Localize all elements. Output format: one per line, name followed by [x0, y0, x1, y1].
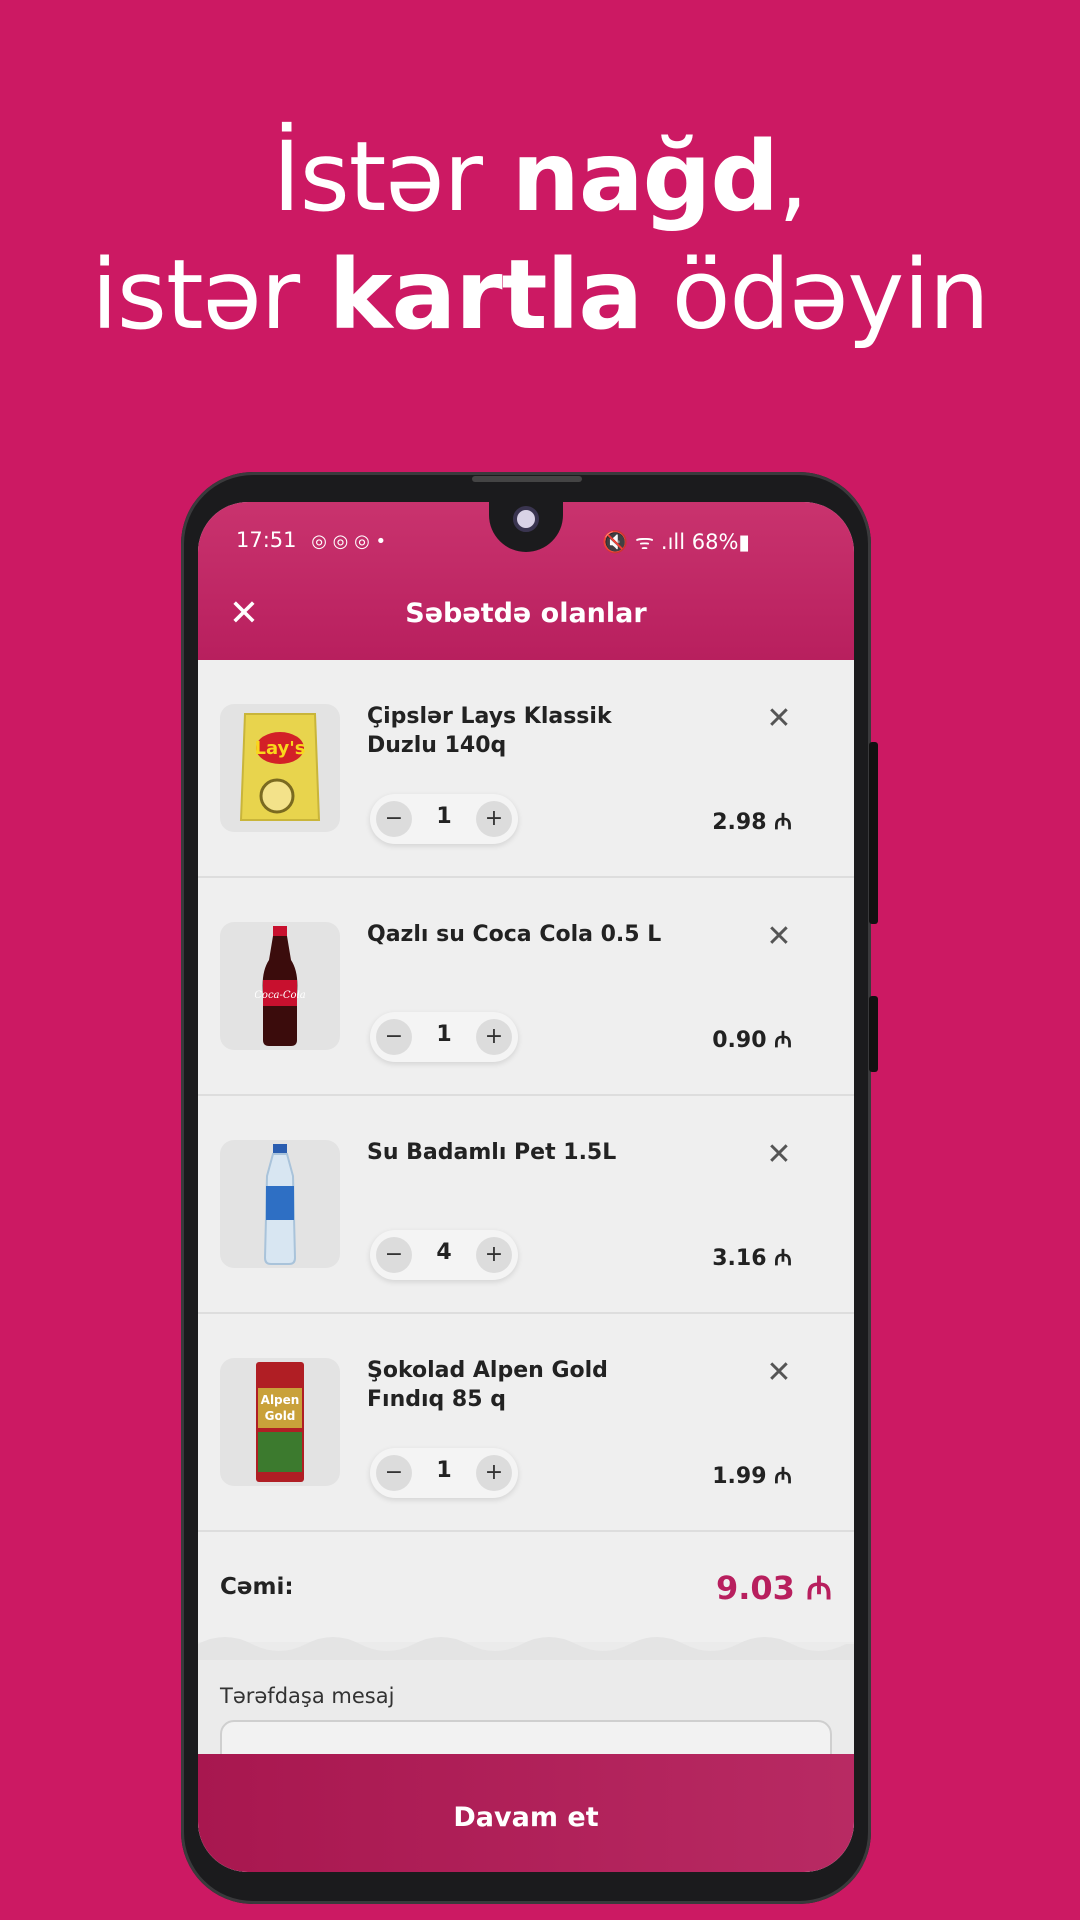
- quantity-value: 1: [436, 1458, 452, 1483]
- product-name: Qazlı su Coca Cola 0.5 L: [367, 922, 662, 947]
- front-camera: [513, 506, 539, 532]
- total-label: Cəmi:: [220, 1574, 294, 1600]
- quantity-stepper: − 1 +: [370, 794, 518, 844]
- lays-chips-icon: Lay's: [220, 704, 340, 832]
- product-name: Şokolad Alpen Gold Fındıq 85 q: [367, 1358, 608, 1412]
- decrease-quantity-button[interactable]: −: [376, 801, 412, 837]
- increase-quantity-button[interactable]: +: [476, 1455, 512, 1491]
- phone-screen: 17:51 ◎ ◎ ◎ • 🔇 ᯤ .ıll 68%▮ ✕ Səbətdə ol…: [198, 502, 854, 1872]
- item-price: 1.99 ₼: [712, 1464, 792, 1489]
- quantity-value: 1: [436, 804, 452, 829]
- status-bar-left: 17:51 ◎ ◎ ◎ •: [236, 528, 386, 552]
- cart-item: Coca-Cola Qazlı su Coca Cola 0.5 L ✕ − 1…: [198, 878, 854, 1096]
- svg-text:Lay's: Lay's: [254, 738, 305, 759]
- partner-message-label: Tərəfdaşa mesaj: [220, 1684, 395, 1708]
- cart-item: Alpen Gold Şokolad Alpen Gold Fındıq 85 …: [198, 1314, 854, 1532]
- quantity-stepper: − 1 +: [370, 1448, 518, 1498]
- svg-text:Gold: Gold: [265, 1409, 296, 1423]
- quantity-value: 4: [436, 1240, 452, 1265]
- product-name: Su Badamlı Pet 1.5L: [367, 1140, 617, 1165]
- item-price: 2.98 ₼: [712, 810, 792, 835]
- item-price: 0.90 ₼: [712, 1028, 792, 1053]
- decrease-quantity-button[interactable]: −: [376, 1455, 412, 1491]
- increase-quantity-button[interactable]: +: [476, 1237, 512, 1273]
- increase-quantity-button[interactable]: +: [476, 801, 512, 837]
- phone-power-button: [869, 996, 878, 1072]
- total-row: Cəmi: 9.03 ₼: [198, 1532, 854, 1642]
- remove-item-icon[interactable]: ✕: [762, 920, 796, 954]
- remove-item-icon[interactable]: ✕: [762, 1356, 796, 1390]
- status-bar-right: 🔇 ᯤ .ıll 68%▮: [602, 530, 750, 554]
- status-time: 17:51: [236, 528, 297, 552]
- cart-list: Lay's Çipslər Lays Klassik Duzlu 140q ✕ …: [198, 660, 854, 1532]
- notification-icons: ◎ ◎ ◎ •: [311, 531, 387, 552]
- item-price: 3.16 ₼: [712, 1246, 792, 1271]
- cart-item: Su Badamlı Pet 1.5L ✕ − 4 + 3.16 ₼: [198, 1096, 854, 1314]
- svg-text:Alpen: Alpen: [261, 1393, 300, 1407]
- quantity-value: 1: [436, 1022, 452, 1047]
- total-value: 9.03 ₼: [715, 1569, 832, 1607]
- page-title: Səbətdə olanlar: [405, 598, 647, 629]
- promo-headline: İstər nağd, istər kartla ödəyin: [0, 118, 1080, 354]
- headline-line-1: İstər nağd,: [272, 121, 808, 233]
- continue-button[interactable]: Davam et: [198, 1754, 854, 1872]
- svg-text:Coca-Cola: Coca-Cola: [255, 990, 305, 1001]
- phone-speaker: [472, 476, 582, 482]
- phone-volume-button: [869, 742, 878, 924]
- alpen-gold-chocolate-icon: Alpen Gold: [220, 1358, 340, 1486]
- quantity-stepper: − 1 +: [370, 1012, 518, 1062]
- decrease-quantity-button[interactable]: −: [376, 1237, 412, 1273]
- wave-divider: [198, 1637, 854, 1660]
- water-bottle-icon: [220, 1140, 340, 1268]
- cart-item: Lay's Çipslər Lays Klassik Duzlu 140q ✕ …: [198, 660, 854, 878]
- coca-cola-bottle-icon: Coca-Cola: [220, 922, 340, 1050]
- product-name: Çipslər Lays Klassik Duzlu 140q: [367, 704, 612, 758]
- remove-item-icon[interactable]: ✕: [762, 702, 796, 736]
- quantity-stepper: − 4 +: [370, 1230, 518, 1280]
- headline-line-2: istər kartla ödəyin: [91, 239, 989, 351]
- remove-item-icon[interactable]: ✕: [762, 1138, 796, 1172]
- increase-quantity-button[interactable]: +: [476, 1019, 512, 1055]
- decrease-quantity-button[interactable]: −: [376, 1019, 412, 1055]
